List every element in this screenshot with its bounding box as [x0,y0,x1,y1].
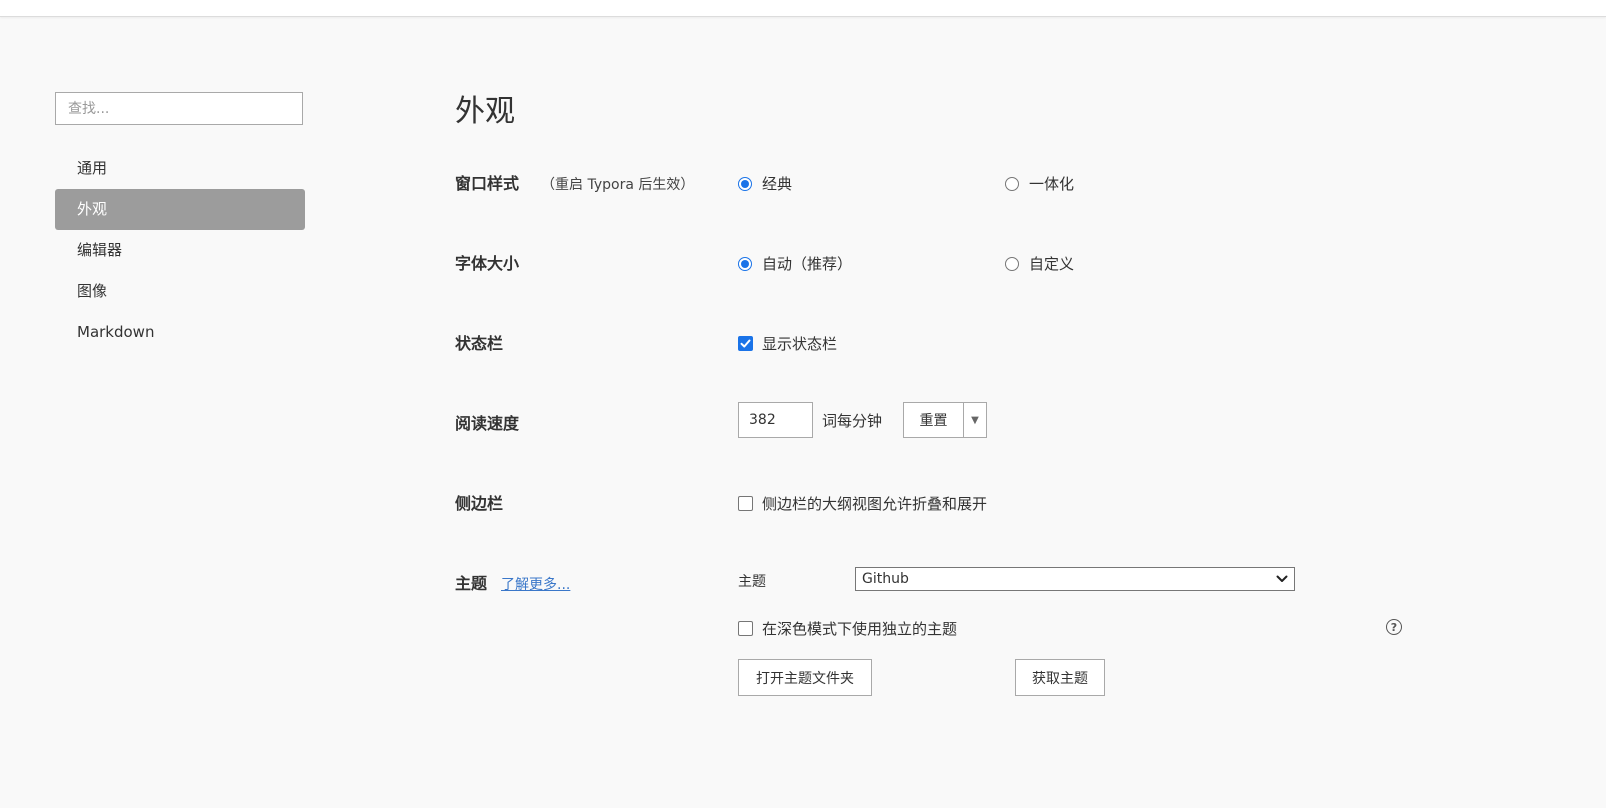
font-size-custom-radio[interactable] [1005,256,1019,271]
outline-collapse-checkbox[interactable] [738,496,753,511]
outline-collapse-option[interactable]: 侧边栏的大纲视图允许折叠和展开 [738,493,987,514]
dark-mode-theme-option[interactable]: 在深色模式下使用独立的主题 [738,618,957,639]
page-title: 外观 [455,94,515,129]
theme-select-label: 主题 [738,574,766,590]
sidebar-item-general[interactable]: 通用 [55,148,305,189]
reading-speed-label: 阅读速度 [455,414,520,433]
reading-speed-input[interactable] [738,402,813,438]
status-bar-label: 状态栏 [455,334,504,353]
sidebar-setting-label: 侧边栏 [455,494,504,513]
search-input[interactable] [55,92,303,125]
window-style-unified-radio[interactable] [1005,176,1019,191]
font-size-custom-option[interactable]: 自定义 [1005,253,1074,274]
show-status-bar-checkbox[interactable] [738,336,753,351]
sidebar-item-markdown[interactable]: Markdown [55,312,305,353]
theme-select[interactable]: Github [855,567,1295,591]
reading-speed-unit: 词每分钟 [822,412,883,430]
sidebar-item-image[interactable]: 图像 [55,271,305,312]
dark-mode-theme-checkbox[interactable] [738,621,753,636]
font-size-custom-label: 自定义 [1029,255,1075,273]
window-style-classic-label: 经典 [762,175,793,193]
dark-mode-theme-label: 在深色模式下使用独立的主题 [762,620,958,638]
reset-split-button: 重置 ▼ [903,402,987,438]
sidebar-item-editor[interactable]: 编辑器 [55,230,305,271]
triangle-down-icon: ▼ [971,414,979,426]
reset-button[interactable]: 重置 [904,403,964,437]
font-size-auto-option[interactable]: 自动（推荐） [738,253,852,274]
window-style-title: 窗口样式 [455,174,520,193]
theme-row-label: 主题 了解更多... [455,570,570,594]
window-style-classic-option[interactable]: 经典 [738,173,792,194]
window-style-note: （重启 Typora 后生效） [541,177,695,193]
font-size-auto-label: 自动（推荐） [762,255,853,273]
checkmark-icon [740,339,751,348]
top-bar [0,0,1606,17]
sidebar-item-appearance[interactable]: 外观 [55,189,305,230]
open-theme-folder-button[interactable]: 打开主题文件夹 [738,659,872,696]
reset-dropdown-button[interactable]: ▼ [964,403,986,437]
outline-collapse-label: 侧边栏的大纲视图允许折叠和展开 [762,495,988,513]
window-style-label: 窗口样式 （重启 Typora 后生效） [455,170,694,194]
theme-select-value: Github [862,571,909,587]
window-style-unified-option[interactable]: 一体化 [1005,173,1074,194]
font-size-label: 字体大小 [455,254,520,273]
chevron-down-icon [1276,575,1288,582]
show-status-bar-label: 显示状态栏 [762,335,838,353]
font-size-auto-radio[interactable] [738,256,752,271]
settings-nav: 通用 外观 编辑器 图像 Markdown [55,148,305,353]
get-themes-button[interactable]: 获取主题 [1015,659,1105,696]
theme-title: 主题 [455,574,488,593]
window-style-unified-label: 一体化 [1029,175,1075,193]
window-style-classic-radio[interactable] [738,176,752,191]
learn-more-link[interactable]: 了解更多... [501,577,570,593]
help-icon[interactable]: ? [1386,619,1402,635]
show-status-bar-option[interactable]: 显示状态栏 [738,333,837,354]
